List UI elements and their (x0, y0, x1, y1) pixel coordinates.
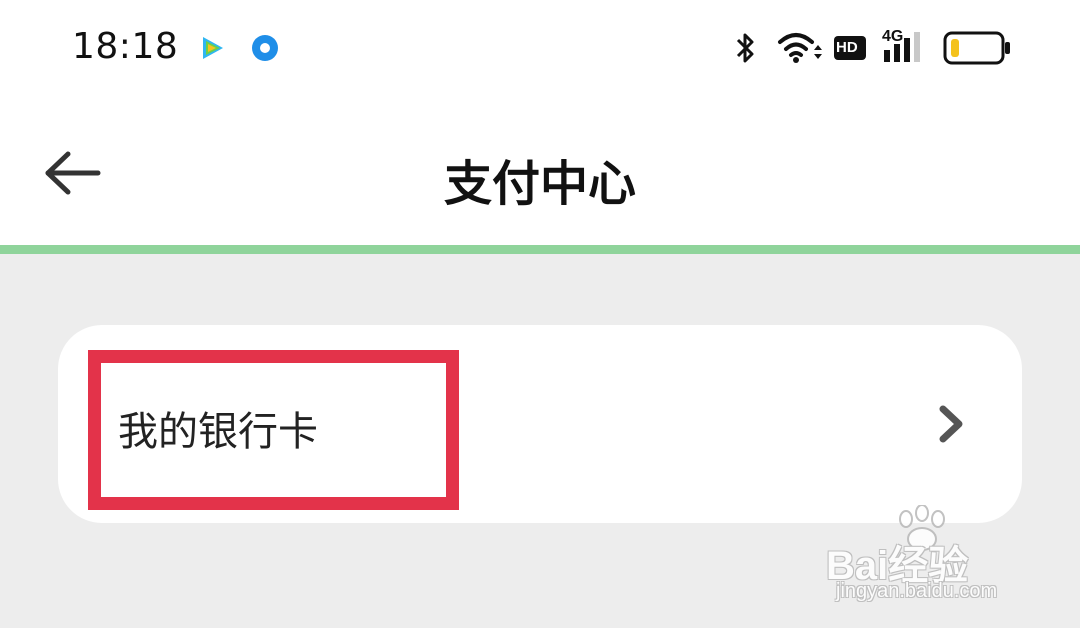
chevron-right-icon (933, 403, 969, 445)
hd-badge-icon: HD (833, 28, 867, 68)
baidu-jingyan-watermark: Bai经验 jingyan.baidu.com (826, 504, 1066, 615)
4g-signal-icon: 4G (880, 28, 930, 68)
video-app-icon (198, 34, 226, 62)
watermark-url: jingyan.baidu.com (836, 580, 998, 602)
page-title: 支付中心 (443, 156, 636, 212)
menu-item-bank-cards[interactable]: 我的银行卡 (58, 325, 1022, 523)
title-bar: 支付中心 (0, 110, 1080, 240)
bluetooth-icon (733, 28, 759, 68)
battery-low-icon (943, 28, 1013, 68)
wifi-icon (776, 28, 822, 68)
browser-app-icon (251, 34, 279, 62)
hd-badge-label: HD (836, 39, 858, 56)
status-time: 18:18 (72, 26, 179, 67)
status-bar: 18:18 HD 4G (0, 0, 1080, 96)
header-divider (0, 245, 1080, 254)
menu-item-label: 我的银行卡 (118, 409, 318, 455)
